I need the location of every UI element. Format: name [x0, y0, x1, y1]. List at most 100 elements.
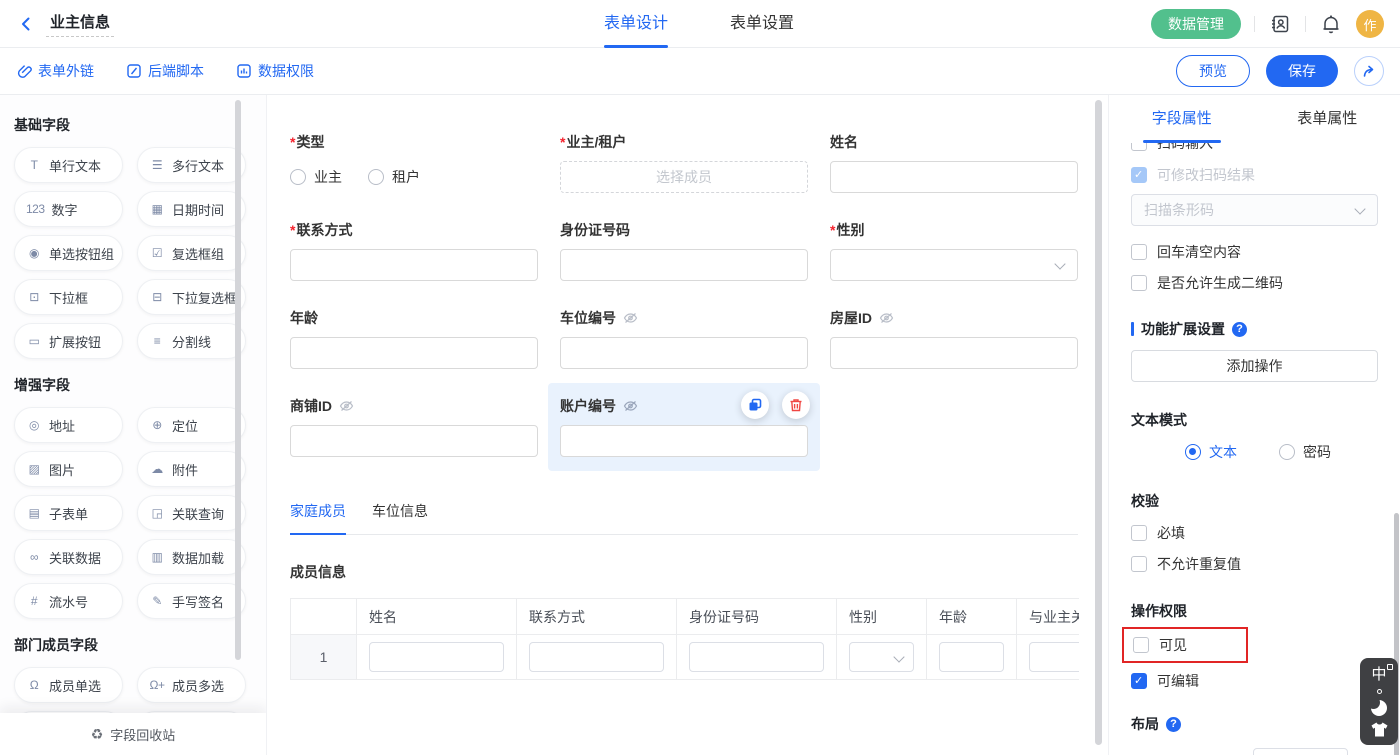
- field-age[interactable]: 年龄: [290, 309, 538, 369]
- tab-form-design[interactable]: 表单设计: [604, 0, 668, 48]
- sidebar-item-divider[interactable]: ≡分割线: [137, 323, 246, 359]
- age-input[interactable]: [290, 337, 538, 369]
- checkbox-checked-icon[interactable]: [1131, 673, 1147, 689]
- sidebar-item-extension-button[interactable]: ▭扩展按钮: [14, 323, 123, 359]
- shop-id-input[interactable]: [290, 425, 538, 457]
- radio-password-mode[interactable]: 密码: [1279, 442, 1331, 462]
- delete-field-button[interactable]: [782, 391, 810, 419]
- tab-field-properties[interactable]: 字段属性: [1109, 95, 1255, 143]
- field-name[interactable]: 姓名: [830, 133, 1078, 193]
- field-contact[interactable]: 联系方式: [290, 221, 538, 281]
- sidebar-item-location[interactable]: ⊕定位: [137, 407, 246, 443]
- tab-parking-info[interactable]: 车位信息: [372, 501, 428, 534]
- sidebar-item-attachment[interactable]: ☁附件: [137, 451, 246, 487]
- account-number-input[interactable]: [560, 425, 808, 457]
- field-recycle-bin[interactable]: ♻ 字段回收站: [0, 713, 266, 755]
- help-icon[interactable]: [1232, 322, 1247, 337]
- checkbox-checked-disabled-icon[interactable]: [1131, 167, 1147, 183]
- tab-form-settings[interactable]: 表单设置: [730, 0, 794, 48]
- data-permission-link[interactable]: 数据权限: [236, 61, 314, 81]
- form-external-link[interactable]: 表单外链: [16, 61, 94, 81]
- help-icon[interactable]: [1166, 717, 1181, 732]
- sidebar-item-member-single[interactable]: Ω成员单选: [14, 667, 123, 703]
- sidebar-item-number[interactable]: 123数字: [14, 191, 123, 227]
- checkbox-icon[interactable]: [1131, 556, 1147, 572]
- scan-type-select[interactable]: 扫描条形码: [1131, 194, 1378, 226]
- contact-input[interactable]: [290, 249, 538, 281]
- option-required[interactable]: 必填: [1131, 524, 1378, 542]
- preview-button[interactable]: 预览: [1176, 55, 1250, 87]
- data-manage-button[interactable]: 数据管理: [1151, 9, 1241, 39]
- sidebar-item-data-load[interactable]: ▥数据加载: [137, 539, 246, 575]
- checkbox-icon[interactable]: [1131, 244, 1147, 260]
- checkbox-icon[interactable]: [1131, 275, 1147, 291]
- checkbox-icon[interactable]: [1131, 525, 1147, 541]
- sidebar-item-dropdown[interactable]: ⊡下拉框: [14, 279, 123, 315]
- name-input[interactable]: [830, 161, 1078, 193]
- radio-tenant[interactable]: 租户: [368, 167, 420, 187]
- sidebar-scrollbar[interactable]: [235, 100, 241, 660]
- field-house-id[interactable]: 房屋ID: [830, 309, 1078, 369]
- sidebar-item-address[interactable]: ◎地址: [14, 407, 123, 443]
- sidebar-item-datetime[interactable]: ▦日期时间: [137, 191, 246, 227]
- sparkle-icon[interactable]: [1377, 689, 1382, 694]
- language-toggle-icon[interactable]: 中: [1371, 667, 1386, 683]
- option-no-duplicate[interactable]: 不允许重复值: [1131, 555, 1378, 573]
- field-owner-tenant[interactable]: 业主/租户 选择成员: [560, 133, 808, 193]
- sidebar-item-signature[interactable]: ✎手写签名: [137, 583, 246, 619]
- option-modifiable-scan-result[interactable]: 可修改扫码结果: [1131, 166, 1378, 184]
- sidebar-item-single-line-text[interactable]: T单行文本: [14, 147, 123, 183]
- member-picker[interactable]: 选择成员: [560, 161, 808, 193]
- back-icon[interactable]: [16, 14, 36, 34]
- share-icon[interactable]: [1354, 56, 1384, 86]
- option-editable[interactable]: 可编辑: [1131, 672, 1378, 690]
- cell-id-number-input[interactable]: [689, 642, 824, 672]
- option-allow-qrcode[interactable]: 是否允许生成二维码: [1131, 274, 1378, 292]
- cell-age-input[interactable]: [939, 642, 1004, 672]
- avatar[interactable]: 作: [1356, 10, 1384, 38]
- sidebar-item-multi-dropdown[interactable]: ⊟下拉复选框: [137, 279, 246, 315]
- cell-name-input[interactable]: [369, 642, 504, 672]
- field-account-number-selected[interactable]: 账户编号: [548, 383, 820, 471]
- sidebar-item-radio-group[interactable]: ◉单选按钮组: [14, 235, 123, 271]
- bell-icon[interactable]: [1319, 12, 1343, 36]
- field-type[interactable]: 类型 业主 租户: [290, 133, 538, 193]
- sidebar-item-linked-data[interactable]: ∞关联数据: [14, 539, 123, 575]
- member-book-icon[interactable]: [1268, 12, 1292, 36]
- tab-family-members[interactable]: 家庭成员: [290, 501, 346, 534]
- dark-mode-icon[interactable]: [1371, 700, 1387, 716]
- sidebar-item-linked-query[interactable]: ◲关联查询: [137, 495, 246, 531]
- gender-select[interactable]: [830, 249, 1078, 281]
- house-id-input[interactable]: [830, 337, 1078, 369]
- theme-skin-icon[interactable]: [1371, 722, 1388, 737]
- backend-script-link[interactable]: 后端脚本: [126, 61, 204, 81]
- copy-field-button[interactable]: [741, 391, 769, 419]
- field-parking-number[interactable]: 车位编号: [560, 309, 808, 369]
- sidebar-item-serial-number[interactable]: #流水号: [14, 583, 123, 619]
- checkbox-icon[interactable]: [1133, 637, 1149, 653]
- field-width-select[interactable]: 1/3: [1253, 748, 1348, 755]
- sidebar-item-checkbox-group[interactable]: ☑复选框组: [137, 235, 246, 271]
- field-shop-id[interactable]: 商铺ID: [290, 397, 538, 457]
- id-number-input[interactable]: [560, 249, 808, 281]
- field-gender[interactable]: 性别: [830, 221, 1078, 281]
- form-title[interactable]: 业主信息: [46, 11, 114, 37]
- canvas-scrollbar[interactable]: [1095, 100, 1102, 745]
- checkbox-icon[interactable]: [1131, 143, 1147, 151]
- field-id-number[interactable]: 身份证号码: [560, 221, 808, 281]
- sidebar-item-image[interactable]: ▨图片: [14, 451, 123, 487]
- option-scan-input-clipped[interactable]: 扫码输入: [1131, 143, 1378, 152]
- cell-gender-select[interactable]: [849, 642, 914, 672]
- parking-number-input[interactable]: [560, 337, 808, 369]
- sidebar-item-subform[interactable]: ▤子表单: [14, 495, 123, 531]
- option-visible[interactable]: 可见: [1133, 636, 1246, 654]
- cell-contact-input[interactable]: [529, 642, 664, 672]
- sidebar-item-multi-line-text[interactable]: ☰多行文本: [137, 147, 246, 183]
- save-button[interactable]: 保存: [1266, 55, 1338, 87]
- sidebar-item-member-multi[interactable]: Ω+成员多选: [137, 667, 246, 703]
- cell-relation-input[interactable]: [1029, 642, 1079, 672]
- radio-owner[interactable]: 业主: [290, 167, 342, 187]
- add-operation-button[interactable]: 添加操作: [1131, 350, 1378, 382]
- tab-form-properties[interactable]: 表单属性: [1255, 95, 1400, 143]
- radio-text-mode[interactable]: 文本: [1185, 442, 1237, 462]
